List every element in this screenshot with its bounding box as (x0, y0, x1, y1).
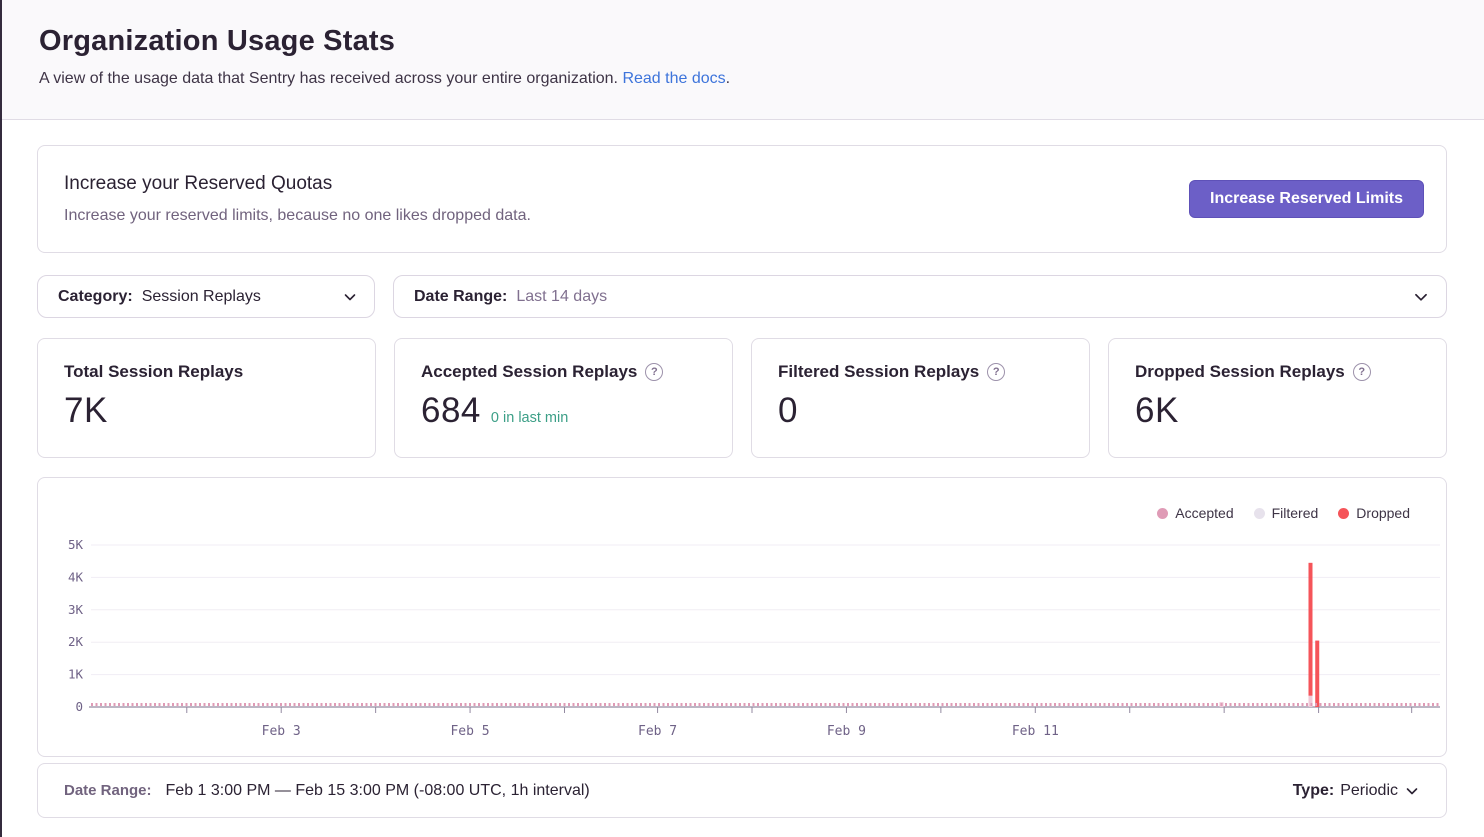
svg-text:4K: 4K (68, 569, 84, 584)
stat-card: Dropped Session Replays ? 6K (1108, 338, 1447, 458)
quota-banner-text: Increase your Reserved Quotas Increase y… (64, 173, 531, 225)
stat-card-value: 0 (778, 391, 798, 431)
chart-footer-bar: Date Range: Feb 1 3:00 PM — Feb 15 3:00 … (37, 763, 1447, 818)
page-title: Organization Usage Stats (39, 25, 1447, 58)
svg-text:2K: 2K (68, 634, 84, 649)
category-select[interactable]: Category: Session Replays (37, 275, 375, 318)
footer-date-range: Date Range: Feb 1 3:00 PM — Feb 15 3:00 … (64, 782, 590, 800)
increase-reserved-limits-button[interactable]: Increase Reserved Limits (1189, 180, 1424, 218)
stat-card: Accepted Session Replays ? 684 0 in last… (394, 338, 733, 458)
date-range-select-value: Last 14 days (516, 288, 607, 306)
legend-item[interactable]: Filtered (1254, 505, 1319, 521)
svg-text:Feb 3: Feb 3 (262, 724, 301, 739)
page-subtitle: A view of the usage data that Sentry has… (39, 70, 1447, 88)
date-range-select-label: Date Range: (414, 288, 507, 306)
stat-card-subvalue: 0 in last min (491, 410, 568, 426)
stat-card: Total Session Replays ? 7K (37, 338, 376, 458)
svg-text:Feb 7: Feb 7 (638, 724, 677, 739)
svg-text:Feb 11: Feb 11 (1012, 724, 1059, 739)
legend-label: Accepted (1175, 505, 1233, 521)
category-select-label: Category: (58, 288, 133, 306)
usage-chart-card: 0 1K 2K 3K 4K 5K Feb 3 Feb 5 Feb 7 Feb 9 Feb 11 Ac… (37, 477, 1447, 757)
category-select-value: Session Replays (142, 288, 261, 306)
help-icon[interactable]: ? (645, 363, 663, 381)
legend-item[interactable]: Accepted (1157, 505, 1233, 521)
legend-dot-icon (1157, 508, 1168, 519)
footer-date-range-value: Feb 1 3:00 PM — Feb 15 3:00 PM (-08:00 U… (166, 782, 590, 800)
type-select-value: Periodic (1340, 782, 1398, 800)
svg-text:3K: 3K (68, 602, 84, 617)
legend-label: Filtered (1272, 505, 1319, 521)
legend-item[interactable]: Dropped (1338, 505, 1410, 521)
stat-card-value: 684 (421, 391, 481, 431)
type-select-label: Type: (1293, 782, 1334, 800)
stat-card: Filtered Session Replays ? 0 (751, 338, 1090, 458)
stat-card-value: 6K (1135, 391, 1179, 431)
chevron-down-icon (1412, 288, 1430, 306)
chevron-down-icon (1404, 783, 1420, 799)
stat-card-value: 7K (64, 391, 108, 431)
page-header: Organization Usage Stats A view of the u… (2, 0, 1484, 120)
footer-date-range-label: Date Range: (64, 782, 152, 799)
svg-text:Feb 5: Feb 5 (450, 724, 489, 739)
svg-text:5K: 5K (68, 537, 84, 552)
type-select[interactable]: Type: Periodic (1293, 782, 1420, 800)
filter-row: Category: Session Replays Date Range: La… (37, 275, 1447, 318)
quota-banner: Increase your Reserved Quotas Increase y… (37, 145, 1447, 253)
svg-text:1K: 1K (68, 667, 84, 682)
svg-text:Feb 9: Feb 9 (827, 724, 866, 739)
legend-dot-icon (1338, 508, 1349, 519)
quota-banner-description: Increase your reserved limits, because n… (64, 207, 531, 225)
stat-cards-row: Total Session Replays ? 7K Accepted Sess… (37, 338, 1447, 458)
help-icon[interactable]: ? (987, 363, 1005, 381)
stat-card-title: Dropped Session Replays (1135, 362, 1345, 382)
legend-dot-icon (1254, 508, 1265, 519)
help-icon[interactable]: ? (1353, 363, 1371, 381)
svg-text:0: 0 (75, 699, 83, 714)
main-content: Increase your Reserved Quotas Increase y… (2, 120, 1484, 818)
subtitle-suffix: . (726, 70, 730, 87)
stat-card-title: Accepted Session Replays (421, 362, 637, 382)
legend-label: Dropped (1356, 505, 1410, 521)
date-range-select[interactable]: Date Range: Last 14 days (393, 275, 1447, 318)
stat-card-title: Filtered Session Replays (778, 362, 979, 382)
chevron-down-icon (342, 289, 358, 305)
subtitle-text: A view of the usage data that Sentry has… (39, 70, 622, 87)
quota-banner-title: Increase your Reserved Quotas (64, 173, 531, 195)
chart-legend: Accepted Filtered Dropped (1157, 505, 1410, 521)
read-the-docs-link[interactable]: Read the docs (622, 70, 725, 87)
stat-card-title: Total Session Replays (64, 362, 243, 382)
